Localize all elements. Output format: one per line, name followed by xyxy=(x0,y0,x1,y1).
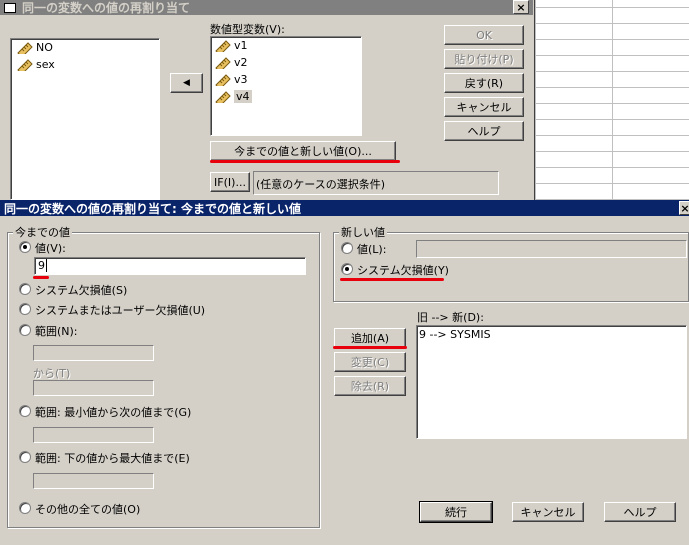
continue-button-label: 続行 xyxy=(445,506,467,519)
variable-name: v3 xyxy=(234,73,248,86)
if-condition-box: (任意のケースの選択条件) xyxy=(253,171,499,195)
scale-variable-icon xyxy=(215,56,231,69)
old-value-input[interactable]: 9 xyxy=(34,257,306,275)
new-value-input[interactable] xyxy=(416,240,687,258)
help-button[interactable]: ヘルプ xyxy=(444,121,524,141)
variable-name: v4 xyxy=(234,90,252,103)
window-icon xyxy=(4,2,16,13)
paste-button-label: 貼り付け(P) xyxy=(454,53,514,66)
new-value-radio-label[interactable]: 値(L): xyxy=(357,241,386,257)
continue-button[interactable]: 続行 xyxy=(419,501,493,523)
help-button[interactable]: ヘルプ xyxy=(604,502,676,522)
old-new-values-dialog: 同一の変数への値の再割り当て: 今までの値と新しい値 × 今までの値 値(V):… xyxy=(0,200,689,545)
list-item[interactable]: 9 --> SYSMIS xyxy=(419,328,491,341)
reset-button[interactable]: 戻す(R) xyxy=(444,73,524,93)
range-lowest-label[interactable]: 範囲: 最小値から次の値まで(G) xyxy=(35,404,191,420)
system-missing-label[interactable]: システム欠損値(S) xyxy=(35,282,127,298)
scale-variable-icon xyxy=(215,73,231,86)
new-value-group-label: 新しい値 xyxy=(339,224,387,240)
range-lowest-radio[interactable] xyxy=(19,405,31,417)
list-item[interactable]: v2 xyxy=(215,56,248,69)
move-variable-button[interactable]: ◀ xyxy=(170,73,203,93)
close-button[interactable]: × xyxy=(513,0,529,14)
variable-name: sex xyxy=(36,58,55,71)
numeric-variable-list[interactable]: v1 v2 v3 v4 xyxy=(210,36,362,136)
recode-dialog-titlebar: 同一の変数への値の再割り当て xyxy=(0,0,533,15)
close-button-partial[interactable]: × xyxy=(679,201,689,215)
close-icon: × xyxy=(680,201,689,215)
list-item[interactable]: v3 xyxy=(215,73,248,86)
scale-variable-icon xyxy=(17,58,33,71)
old-value-group-label: 今までの値 xyxy=(13,224,72,240)
recode-dialog-title: 同一の変数への値の再割り当て xyxy=(22,1,191,15)
range-lowest-input[interactable] xyxy=(33,427,154,443)
add-button[interactable]: 追加(A) xyxy=(334,328,406,348)
cancel-button[interactable]: キャンセル xyxy=(512,502,584,522)
mapping-label: 旧 --> 新(D): xyxy=(417,311,484,324)
change-button[interactable]: 変更(C) xyxy=(334,352,406,372)
all-other-values-label[interactable]: その他の全ての値(O) xyxy=(35,501,140,517)
old-value-radio[interactable] xyxy=(19,241,31,253)
annotation-underline xyxy=(333,346,407,349)
mapping-list[interactable]: 9 --> SYSMIS xyxy=(416,325,687,439)
range-highest-input[interactable] xyxy=(33,473,154,489)
range-to-input[interactable] xyxy=(33,380,154,396)
if-condition-text: (任意のケースの選択条件) xyxy=(256,178,386,191)
variable-name: NO xyxy=(36,41,53,54)
old-new-values-titlebar: 同一の変数への値の再割り当て: 今までの値と新しい値 xyxy=(0,200,689,216)
old-value-input-text: 9 xyxy=(38,259,47,272)
all-other-values-radio[interactable] xyxy=(19,502,31,514)
help-button-label: ヘルプ xyxy=(623,506,657,519)
scale-variable-icon xyxy=(215,90,231,103)
add-button-label: 追加(A) xyxy=(350,332,390,345)
annotation-underline xyxy=(33,276,49,279)
change-button-label: 変更(C) xyxy=(350,356,390,369)
cancel-button-label: キャンセル xyxy=(520,506,576,519)
arrow-left-icon: ◀ xyxy=(183,78,190,88)
if-button[interactable]: IF(I)... xyxy=(210,172,250,192)
help-button-label: ヘルプ xyxy=(467,125,501,138)
numeric-variables-label: 数値型変数(V): xyxy=(210,23,285,36)
remove-button[interactable]: 除去(R) xyxy=(334,376,406,396)
ok-button[interactable]: OK xyxy=(444,25,524,45)
variable-name: v2 xyxy=(234,56,248,69)
annotation-underline xyxy=(210,160,400,163)
reset-button-label: 戻す(R) xyxy=(464,77,504,90)
scale-variable-icon xyxy=(17,41,33,54)
cancel-button-label: キャンセル xyxy=(456,101,512,114)
remove-button-label: 除去(R) xyxy=(350,380,390,393)
cancel-button[interactable]: キャンセル xyxy=(444,97,524,117)
source-variable-list[interactable]: NO sex xyxy=(10,38,160,200)
range-highest-radio[interactable] xyxy=(19,451,31,463)
variable-name: v1 xyxy=(234,39,248,52)
old-new-values-button[interactable]: 今までの値と新しい値(O)... xyxy=(210,141,396,161)
recode-dialog: 同一の変数への値の再割り当て × NO sex ◀ 数値型変数(V): v1 v… xyxy=(0,0,535,200)
data-grid-background xyxy=(535,0,689,200)
scale-variable-icon xyxy=(215,39,231,52)
old-new-values-label: 今までの値と新しい値(O)... xyxy=(234,145,372,158)
old-new-values-title: 同一の変数への値の再割り当て: 今までの値と新しい値 xyxy=(4,201,301,216)
new-system-missing-radio[interactable] xyxy=(341,263,353,275)
range-highest-label[interactable]: 範囲: 下の値から最大値まで(E) xyxy=(35,450,190,466)
if-button-label: IF(I)... xyxy=(214,175,246,189)
paste-button[interactable]: 貼り付け(P) xyxy=(444,49,524,69)
system-missing-radio[interactable] xyxy=(19,283,31,295)
close-icon: × xyxy=(516,0,526,14)
range-through-label: から(T) xyxy=(33,367,71,380)
range-label[interactable]: 範囲(N): xyxy=(35,323,78,339)
range-radio[interactable] xyxy=(19,324,31,336)
annotation-underline xyxy=(340,278,444,281)
system-or-user-missing-label[interactable]: システムまたはユーザー欠損値(U) xyxy=(35,302,205,318)
new-system-missing-label[interactable]: システム欠損値(Y) xyxy=(357,262,449,278)
list-item[interactable]: NO xyxy=(17,41,53,54)
list-item[interactable]: v1 xyxy=(215,39,248,52)
ok-button-label: OK xyxy=(476,28,492,42)
old-value-radio-label[interactable]: 値(V): xyxy=(35,240,66,256)
system-or-user-missing-radio[interactable] xyxy=(19,303,31,315)
list-item[interactable]: v4 xyxy=(215,90,252,103)
range-from-input[interactable] xyxy=(33,345,154,361)
list-item[interactable]: sex xyxy=(17,58,55,71)
new-value-radio[interactable] xyxy=(341,242,353,254)
